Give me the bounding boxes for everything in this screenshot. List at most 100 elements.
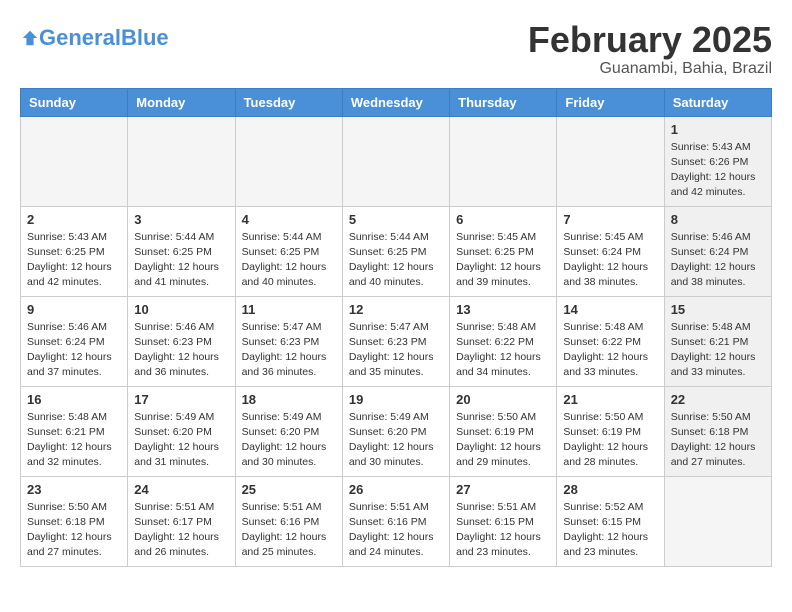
- day-info: Sunrise: 5:48 AM Sunset: 6:21 PM Dayligh…: [671, 320, 765, 381]
- logo: GeneralBlue: [20, 25, 169, 51]
- calendar-cell: 4 Sunrise: 5:44 AM Sunset: 6:25 PM Daylig…: [235, 206, 342, 296]
- weekday-header-tuesday: Tuesday: [235, 88, 342, 116]
- calendar-cell: 21 Sunrise: 5:50 AM Sunset: 6:19 PM Dayli…: [557, 386, 664, 476]
- day-info: Sunrise: 5:47 AM Sunset: 6:23 PM Dayligh…: [349, 320, 443, 381]
- calendar-cell: [450, 116, 557, 206]
- day-info: Sunrise: 5:46 AM Sunset: 6:24 PM Dayligh…: [671, 230, 765, 291]
- day-number: 27: [456, 482, 550, 497]
- calendar-cell: 13 Sunrise: 5:48 AM Sunset: 6:22 PM Dayli…: [450, 296, 557, 386]
- day-info: Sunrise: 5:49 AM Sunset: 6:20 PM Dayligh…: [134, 410, 228, 471]
- calendar-cell: 28 Sunrise: 5:52 AM Sunset: 6:15 PM Dayli…: [557, 476, 664, 566]
- day-number: 6: [456, 212, 550, 227]
- day-info: Sunrise: 5:45 AM Sunset: 6:25 PM Dayligh…: [456, 230, 550, 291]
- calendar-cell: 20 Sunrise: 5:50 AM Sunset: 6:19 PM Dayli…: [450, 386, 557, 476]
- calendar-cell: 16 Sunrise: 5:48 AM Sunset: 6:21 PM Dayli…: [21, 386, 128, 476]
- calendar-title: February 2025: [528, 20, 772, 60]
- day-number: 5: [349, 212, 443, 227]
- calendar-week-0: 1 Sunrise: 5:43 AM Sunset: 6:26 PM Daylig…: [21, 116, 772, 206]
- calendar-week-4: 23 Sunrise: 5:50 AM Sunset: 6:18 PM Dayli…: [21, 476, 772, 566]
- day-info: Sunrise: 5:48 AM Sunset: 6:22 PM Dayligh…: [563, 320, 657, 381]
- day-number: 18: [242, 392, 336, 407]
- calendar-week-3: 16 Sunrise: 5:48 AM Sunset: 6:21 PM Dayli…: [21, 386, 772, 476]
- calendar-cell: 25Sunrise: 5:51 AM Sunset: 6:16 PM Dayli…: [235, 476, 342, 566]
- calendar-week-2: 9 Sunrise: 5:46 AM Sunset: 6:24 PM Daylig…: [21, 296, 772, 386]
- day-number: 9: [27, 302, 121, 317]
- calendar-cell: [557, 116, 664, 206]
- calendar-cell: 14 Sunrise: 5:48 AM Sunset: 6:22 PM Dayli…: [557, 296, 664, 386]
- day-info: Sunrise: 5:43 AM Sunset: 6:26 PM Dayligh…: [671, 140, 765, 201]
- day-info: Sunrise: 5:52 AM Sunset: 6:15 PM Dayligh…: [563, 500, 657, 561]
- day-number: 16: [27, 392, 121, 407]
- calendar-cell: 11Sunrise: 5:47 AM Sunset: 6:23 PM Dayli…: [235, 296, 342, 386]
- day-number: 20: [456, 392, 550, 407]
- calendar-cell: 23 Sunrise: 5:50 AM Sunset: 6:18 PM Dayli…: [21, 476, 128, 566]
- calendar-cell: [21, 116, 128, 206]
- day-info: Sunrise: 5:51 AM Sunset: 6:16 PM Dayligh…: [349, 500, 443, 561]
- day-number: 25: [242, 482, 336, 497]
- day-info: Sunrise: 5:48 AM Sunset: 6:22 PM Dayligh…: [456, 320, 550, 381]
- day-number: 14: [563, 302, 657, 317]
- calendar-cell: 22 Sunrise: 5:50 AM Sunset: 6:18 PM Dayli…: [664, 386, 771, 476]
- day-number: 1: [671, 122, 765, 137]
- day-info: Sunrise: 5:50 AM Sunset: 6:18 PM Dayligh…: [27, 500, 121, 561]
- calendar-subtitle: Guanambi, Bahia, Brazil: [528, 60, 772, 78]
- calendar-cell: 15 Sunrise: 5:48 AM Sunset: 6:21 PM Dayli…: [664, 296, 771, 386]
- day-info: Sunrise: 5:44 AM Sunset: 6:25 PM Dayligh…: [349, 230, 443, 291]
- calendar-cell: 12Sunrise: 5:47 AM Sunset: 6:23 PM Dayli…: [342, 296, 449, 386]
- logo-general: General: [39, 25, 121, 50]
- weekday-header-thursday: Thursday: [450, 88, 557, 116]
- calendar-table: SundayMondayTuesdayWednesdayThursdayFrid…: [20, 88, 772, 567]
- day-info: Sunrise: 5:50 AM Sunset: 6:19 PM Dayligh…: [456, 410, 550, 471]
- day-number: 4: [242, 212, 336, 227]
- calendar-cell: 2Sunrise: 5:43 AM Sunset: 6:25 PM Daylig…: [21, 206, 128, 296]
- day-info: Sunrise: 5:51 AM Sunset: 6:15 PM Dayligh…: [456, 500, 550, 561]
- weekday-header-friday: Friday: [557, 88, 664, 116]
- title-area: February 2025 Guanambi, Bahia, Brazil: [528, 20, 772, 78]
- calendar-cell: [128, 116, 235, 206]
- calendar-cell: 24Sunrise: 5:51 AM Sunset: 6:17 PM Dayli…: [128, 476, 235, 566]
- day-info: Sunrise: 5:50 AM Sunset: 6:18 PM Dayligh…: [671, 410, 765, 471]
- day-number: 8: [671, 212, 765, 227]
- logo-text: GeneralBlue: [39, 25, 169, 51]
- calendar-header: SundayMondayTuesdayWednesdayThursdayFrid…: [21, 88, 772, 116]
- day-number: 13: [456, 302, 550, 317]
- day-number: 28: [563, 482, 657, 497]
- day-number: 17: [134, 392, 228, 407]
- day-number: 22: [671, 392, 765, 407]
- calendar-week-1: 2Sunrise: 5:43 AM Sunset: 6:25 PM Daylig…: [21, 206, 772, 296]
- calendar-cell: 26 Sunrise: 5:51 AM Sunset: 6:16 PM Dayli…: [342, 476, 449, 566]
- calendar-cell: 8 Sunrise: 5:46 AM Sunset: 6:24 PM Daylig…: [664, 206, 771, 296]
- day-number: 7: [563, 212, 657, 227]
- calendar-cell: 19 Sunrise: 5:49 AM Sunset: 6:20 PM Dayli…: [342, 386, 449, 476]
- day-number: 2: [27, 212, 121, 227]
- calendar-cell: [235, 116, 342, 206]
- calendar-cell: 27 Sunrise: 5:51 AM Sunset: 6:15 PM Dayli…: [450, 476, 557, 566]
- calendar-cell: 18 Sunrise: 5:49 AM Sunset: 6:20 PM Dayli…: [235, 386, 342, 476]
- day-number: 15: [671, 302, 765, 317]
- calendar-cell: 5 Sunrise: 5:44 AM Sunset: 6:25 PM Daylig…: [342, 206, 449, 296]
- calendar-cell: 9 Sunrise: 5:46 AM Sunset: 6:24 PM Daylig…: [21, 296, 128, 386]
- logo-icon: [21, 29, 39, 47]
- day-info: Sunrise: 5:49 AM Sunset: 6:20 PM Dayligh…: [349, 410, 443, 471]
- weekday-header-wednesday: Wednesday: [342, 88, 449, 116]
- day-number: 26: [349, 482, 443, 497]
- day-number: 3: [134, 212, 228, 227]
- calendar-cell: 6 Sunrise: 5:45 AM Sunset: 6:25 PM Daylig…: [450, 206, 557, 296]
- day-info: Sunrise: 5:49 AM Sunset: 6:20 PM Dayligh…: [242, 410, 336, 471]
- calendar-cell: 17 Sunrise: 5:49 AM Sunset: 6:20 PM Dayli…: [128, 386, 235, 476]
- header: GeneralBlue February 2025 Guanambi, Bahi…: [20, 20, 772, 78]
- day-number: 19: [349, 392, 443, 407]
- weekday-header-saturday: Saturday: [664, 88, 771, 116]
- day-info: Sunrise: 5:44 AM Sunset: 6:25 PM Dayligh…: [242, 230, 336, 291]
- calendar-cell: 7 Sunrise: 5:45 AM Sunset: 6:24 PM Daylig…: [557, 206, 664, 296]
- day-number: 23: [27, 482, 121, 497]
- day-info: Sunrise: 5:45 AM Sunset: 6:24 PM Dayligh…: [563, 230, 657, 291]
- day-info: Sunrise: 5:48 AM Sunset: 6:21 PM Dayligh…: [27, 410, 121, 471]
- weekday-header-monday: Monday: [128, 88, 235, 116]
- calendar-cell: [342, 116, 449, 206]
- weekday-header-sunday: Sunday: [21, 88, 128, 116]
- day-info: Sunrise: 5:44 AM Sunset: 6:25 PM Dayligh…: [134, 230, 228, 291]
- day-info: Sunrise: 5:46 AM Sunset: 6:24 PM Dayligh…: [27, 320, 121, 381]
- day-number: 21: [563, 392, 657, 407]
- day-info: Sunrise: 5:50 AM Sunset: 6:19 PM Dayligh…: [563, 410, 657, 471]
